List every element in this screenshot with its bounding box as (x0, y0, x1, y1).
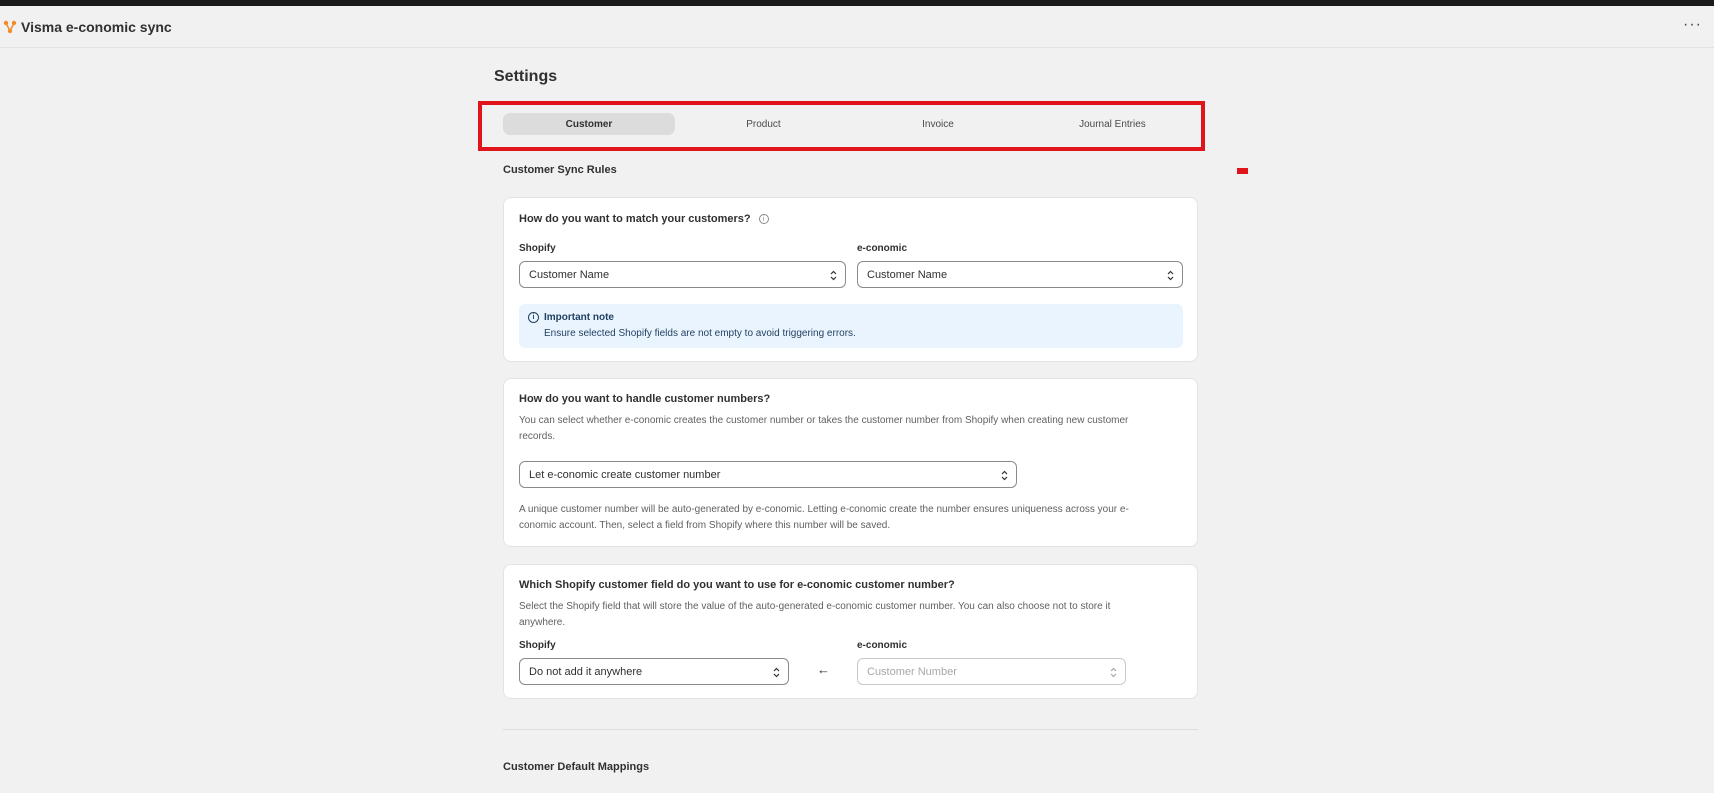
chevron-updown-icon (1110, 667, 1117, 678)
annotation-mark (1237, 168, 1248, 174)
shopify-field-select[interactable]: Do not add it anywhere (519, 658, 789, 685)
section-divider (503, 729, 1198, 730)
economic-number-select[interactable]: Customer Number (857, 658, 1126, 685)
more-icon[interactable]: ··· (1683, 16, 1702, 34)
info-icon[interactable]: i (758, 214, 769, 225)
field-description: Select the Shopify field that will store… (519, 599, 1179, 631)
economic-match-select[interactable]: Customer Name (857, 261, 1183, 288)
economic-number-placeholder: Customer Number (867, 665, 957, 678)
numbers-description-line: records. (519, 431, 556, 442)
shopify-field-value: Do not add it anywhere (529, 665, 643, 678)
match-question: How do you want to match your customers?… (519, 213, 769, 225)
tab-product[interactable]: Product (678, 113, 850, 135)
numbers-help-line: conomic account. Then, select a field fr… (519, 520, 891, 531)
economic-label: e-conomic (857, 640, 908, 651)
numbers-description: You can select whether e-conomic creates… (519, 413, 1179, 445)
arrow-left-icon: ← (817, 662, 830, 677)
field-question: Which Shopify customer field do you want… (519, 579, 955, 591)
page-title: Settings (494, 68, 558, 85)
shopify-label: Shopify (519, 640, 556, 651)
shopify-field-card: Which Shopify customer field do you want… (503, 564, 1198, 699)
numbers-help-text: A unique customer number will be auto-ge… (519, 502, 1179, 534)
important-note: i Important note Ensure selected Shopify… (519, 304, 1183, 348)
chevron-updown-icon (1001, 470, 1008, 481)
customer-number-select[interactable]: Let e-conomic create customer number (519, 461, 1017, 488)
app-logo-icon (3, 20, 17, 34)
chevron-updown-icon (773, 667, 780, 678)
field-description-line: anywhere. (519, 617, 566, 628)
note-text: Ensure selected Shopify fields are not e… (544, 328, 856, 339)
app-bar: Visma e-conomic sync ··· (0, 6, 1714, 48)
info-icon: i (528, 312, 539, 323)
settings-tabs: Customer Product Invoice Journal Entries (503, 113, 1201, 135)
section-title-default-mappings: Customer Default Mappings (503, 761, 650, 773)
economic-match-value: Customer Name (867, 268, 948, 281)
numbers-help-line: A unique customer number will be auto-ge… (519, 504, 1129, 515)
shopify-match-value: Customer Name (529, 268, 610, 281)
chevron-updown-icon (1167, 270, 1174, 281)
section-title-sync-rules: Customer Sync Rules (503, 164, 617, 176)
tab-journal-entries[interactable]: Journal Entries (1027, 113, 1199, 135)
numbers-description-line: You can select whether e-conomic creates… (519, 415, 1129, 426)
customer-numbers-card: How do you want to handle customer numbe… (503, 378, 1198, 547)
tab-invoice[interactable]: Invoice (852, 113, 1024, 135)
numbers-question: How do you want to handle customer numbe… (519, 393, 771, 405)
match-question-text: How do you want to match your customers? (519, 213, 751, 225)
note-title: Important note (544, 312, 614, 323)
tab-customer[interactable]: Customer (503, 113, 675, 135)
app-title: Visma e-conomic sync (21, 19, 172, 35)
match-customers-card: How do you want to match your customers?… (503, 197, 1198, 362)
shopify-match-select[interactable]: Customer Name (519, 261, 846, 288)
field-description-line: Select the Shopify field that will store… (519, 601, 1111, 612)
customer-number-value: Let e-conomic create customer number (529, 468, 721, 481)
shopify-label: Shopify (519, 243, 556, 254)
economic-label: e-conomic (857, 243, 908, 254)
chevron-updown-icon (830, 270, 837, 281)
